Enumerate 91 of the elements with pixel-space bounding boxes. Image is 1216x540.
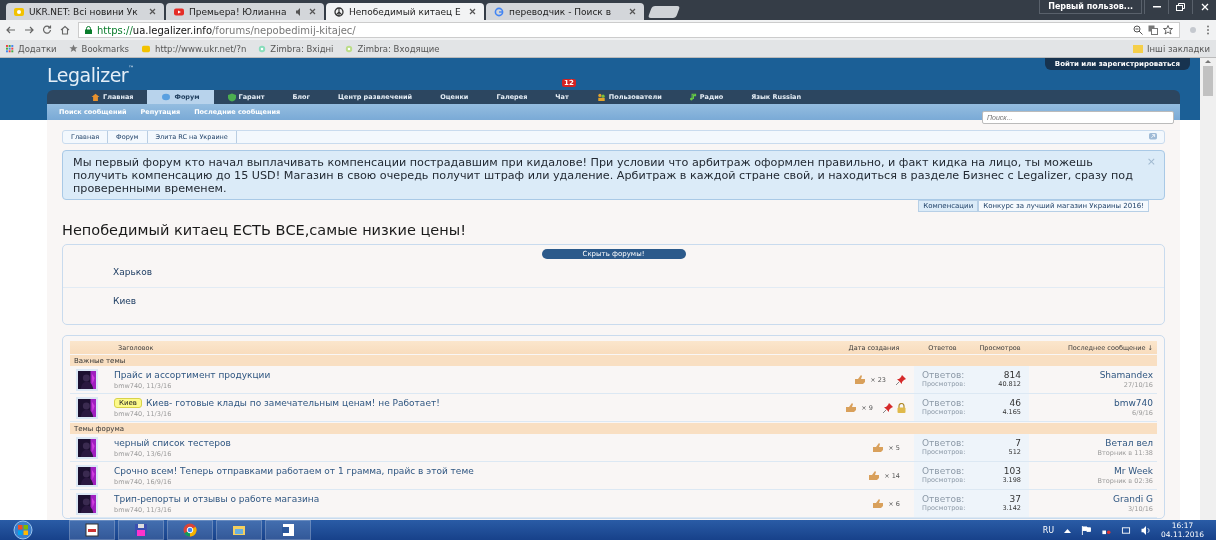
taskbar-app[interactable] [265,520,311,540]
lock-icon [897,403,906,413]
close-icon[interactable] [149,8,156,15]
last-poster-link[interactable]: Mr Week [1114,466,1153,476]
home-icon[interactable] [60,25,70,35]
stat-label: Ответов: [922,439,966,449]
taskbar-app[interactable] [216,520,262,540]
stat-label: Ответов: [922,495,966,505]
stat-value: 103 [1002,467,1021,477]
news-icon [141,44,152,53]
language-indicator[interactable]: RU [1042,525,1055,535]
browser-tab[interactable]: Премьера! Юлианна [166,3,324,20]
window-icon [85,523,99,537]
stat-label: Ответов: [922,371,966,381]
close-icon[interactable] [469,8,476,15]
taskbar-app[interactable] [69,520,115,540]
thread-title[interactable]: Срочно всем! Теперь отправками работаем от 1 грамма, прайс в этой теме [114,465,474,476]
lock-icon [85,26,92,34]
last-poster-link[interactable]: bmw740 [1113,398,1153,408]
speaker-icon[interactable] [1141,525,1152,535]
browser-tab[interactable]: Непобедимый китаец Е [326,3,484,20]
thread-title[interactable]: Прайс и ассортимент продукции [114,369,271,380]
notice-text: Мы первый форум кто начал выплачивать компенсации пострадавшим при кидалове! При условии что арбитраж оформлен правильно, и факт кидка на лицо, ты можешь получить компенсацию до 15 USD! Магазин в свою очередь получит штраф или удаление. Арбитраж в каждой стране свой, и находиться в разделе Бизнес с Legalizer, сразу под проверенными временем. [73,156,1133,195]
folder-icon [1133,44,1144,53]
stat-label: Ответов: [922,467,966,477]
play-icon [174,6,184,17]
thumbs-up-icon [854,375,867,384]
reload-icon[interactable] [42,25,52,35]
subforum-link[interactable]: Киев [63,288,1164,316]
chat-bubble-icon [161,93,172,101]
star-icon [68,44,78,53]
close-icon[interactable] [629,8,636,15]
restore-icon [1176,3,1185,11]
taskbar-app[interactable] [118,520,164,540]
close-icon[interactable] [309,8,316,15]
google-icon [494,6,504,17]
star-icon[interactable] [1163,25,1173,35]
bookmark[interactable]: Zimbra: Входящие [345,43,440,54]
thumbs-up-icon [845,403,858,412]
home-icon [91,93,100,101]
scrollbar[interactable] [1200,58,1216,520]
pin-icon [896,375,906,385]
chrome-icon [183,523,197,537]
new-tab-button[interactable] [647,6,681,18]
document-icon [281,523,295,537]
bookmark[interactable]: http://www.ukr.net/?n [141,43,247,54]
pin-icon [883,403,893,413]
thumbs-up-icon [868,471,881,480]
menu-icon[interactable] [1206,25,1210,35]
peace-icon [334,6,344,17]
address-bar[interactable]: https://ua.legalizer.info/forums/nepobedimij-kitajec/ [78,22,1180,38]
bookmark[interactable]: Додатки [6,43,57,54]
profile-button[interactable]: Первый пользов... [1039,0,1142,14]
browser-tab[interactable]: UKR.NET: Всі новини Ук [6,3,164,20]
bookmark[interactable]: Zimbra: Вхідні [258,43,334,54]
scrollbar-thumb[interactable] [1203,66,1213,96]
users-icon [596,93,606,101]
shield-icon [227,92,236,102]
close-icon [1200,3,1209,11]
music-note-icon [689,93,697,101]
page-title: Непобедимый китаец ЕСТЬ ВСЕ,самые низкие цены! [62,222,467,238]
stat-value: 7 [1014,439,1021,449]
apps-icon [6,44,14,53]
minimize-icon [1152,6,1161,8]
thumbs-up-icon [872,499,885,508]
bookmark[interactable]: Bookmarks [68,43,130,54]
forward-icon[interactable] [24,25,34,35]
start-button[interactable] [10,520,36,540]
zoom-out-icon[interactable] [1133,25,1143,35]
taskbar-app[interactable] [167,520,213,540]
flag-icon[interactable] [1081,525,1092,535]
thread-title[interactable]: Трип-репорты и отзывы о работе магазина [114,493,320,504]
stat-value: 814 [1002,371,1021,381]
monitor-icon[interactable] [1121,525,1132,535]
thumbs-up-icon [872,443,885,452]
last-poster-link[interactable]: Grandi G [1113,494,1153,504]
last-poster-link[interactable]: Ветал вел [1105,438,1153,448]
thread-title[interactable]: Киев- готовые клады по замечательным ценам! не Работает! [145,397,440,408]
bookmark-folder[interactable]: Інші закладки [1133,43,1210,54]
subforum-link[interactable]: Харьков [63,259,1164,288]
thread-title[interactable]: черный список тестеров [114,437,231,448]
news-icon [14,6,24,17]
stat-value: 37 [1008,495,1021,505]
stat-label: Ответов: [922,399,966,409]
last-poster-link[interactable]: Shamandex [1099,370,1153,380]
back-icon[interactable] [6,25,16,35]
caret-up-icon[interactable] [1064,527,1072,533]
folder-icon [232,523,246,537]
browser-tab[interactable]: переводчик - Поиск в [486,3,644,20]
translate-icon[interactable] [1148,25,1158,35]
stat-value: 46 [1008,399,1021,409]
